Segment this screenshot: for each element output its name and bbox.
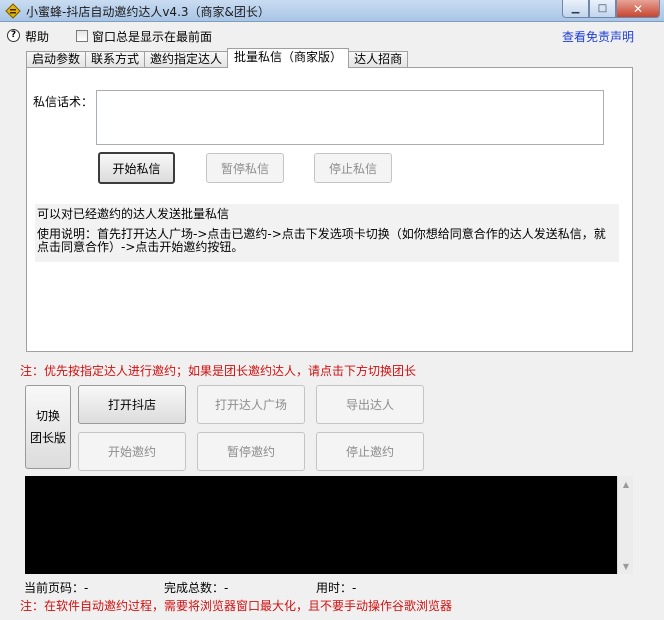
pause-message-button[interactable]: 暂停私信 (206, 153, 284, 183)
title-bar: 小蜜蜂-抖店自动邀约达人v4.3（商家&团长） ▁ □ ✕ (0, 0, 664, 22)
usage-info-box: 可以对已经邀约的达人发送批量私信 使用说明：首先打开达人广场->点击已邀约->点… (35, 204, 619, 262)
always-on-top-label[interactable]: 窗口总是显示在最前面 (92, 28, 212, 45)
minimize-button[interactable]: ▁ (562, 0, 589, 18)
usage-instructions: 使用说明：首先打开达人广场->点击已邀约->点击下发选项卡切换（如你想给同意合作… (37, 227, 606, 254)
stop-invite-button[interactable]: 停止邀约 (316, 432, 424, 471)
maximize-button[interactable]: □ (589, 0, 616, 18)
switch-label-line2: 团长版 (29, 431, 66, 445)
tab-startup-params[interactable]: 启动参数 (26, 51, 87, 68)
tab-strip: 启动参数 联系方式 邀约指定达人 批量私信（商家版） 达人招商 (26, 48, 409, 68)
scroll-down-icon[interactable]: ▼ (618, 558, 634, 574)
stop-message-button[interactable]: 停止私信 (314, 153, 392, 183)
switch-label-line1: 切换 (35, 409, 60, 423)
window-title: 小蜜蜂-抖店自动邀约达人v4.3（商家&团长） (26, 5, 270, 19)
priority-note: 注：优先按指定达人进行邀约；如果是团长邀约达人，请点击下方切换团长 (20, 364, 417, 378)
always-on-top-checkbox[interactable] (76, 30, 88, 42)
open-plaza-button[interactable]: 打开达人广场 (197, 385, 305, 424)
browser-warning-note: 注：在软件自动邀约过程，需要将浏览器窗口最大化，且不要手动操作谷歌浏览器 (20, 599, 453, 613)
window-controls: ▁ □ ✕ (562, 0, 660, 18)
menu-bar: ? 帮助 窗口总是显示在最前面 查看免责声明 (0, 24, 664, 48)
export-button[interactable]: 导出达人 (316, 385, 424, 424)
tab-recruit[interactable]: 达人招商 (348, 51, 409, 68)
start-message-button[interactable]: 开始私信 (98, 152, 175, 184)
message-script-input[interactable] (96, 90, 604, 145)
pause-invite-button[interactable]: 暂停邀约 (197, 432, 305, 471)
info-summary: 可以对已经邀约的达人发送批量私信 (37, 207, 230, 221)
tab-invite-specified[interactable]: 邀约指定达人 (144, 51, 229, 68)
help-icon[interactable]: ? (7, 29, 20, 42)
log-scrollbar[interactable]: ▲ ▼ (617, 476, 633, 574)
open-store-button[interactable]: 打开抖店 (78, 385, 186, 424)
message-script-label: 私信话术： (33, 95, 94, 109)
total-done-status: 完成总数：- (164, 581, 229, 595)
bulk-message-panel: 私信话术： 开始私信 暂停私信 停止私信 可以对已经邀约的达人发送批量私信 使用… (26, 67, 633, 352)
bee-app-icon (5, 3, 21, 19)
start-invite-button[interactable]: 开始邀约 (78, 432, 186, 471)
disclaimer-link[interactable]: 查看免责声明 (562, 28, 634, 45)
tab-bulk-message[interactable]: 批量私信（商家版） (227, 48, 350, 68)
switch-leader-button[interactable]: 切换 团长版 (25, 385, 71, 469)
current-page-status: 当前页码：- (24, 581, 89, 595)
time-used-status: 用时：- (316, 581, 357, 595)
scroll-up-icon[interactable]: ▲ (618, 476, 634, 492)
help-menu-item[interactable]: 帮助 (25, 28, 49, 45)
close-button[interactable]: ✕ (616, 0, 660, 18)
log-console[interactable] (25, 476, 631, 574)
tab-contact[interactable]: 联系方式 (85, 51, 146, 68)
